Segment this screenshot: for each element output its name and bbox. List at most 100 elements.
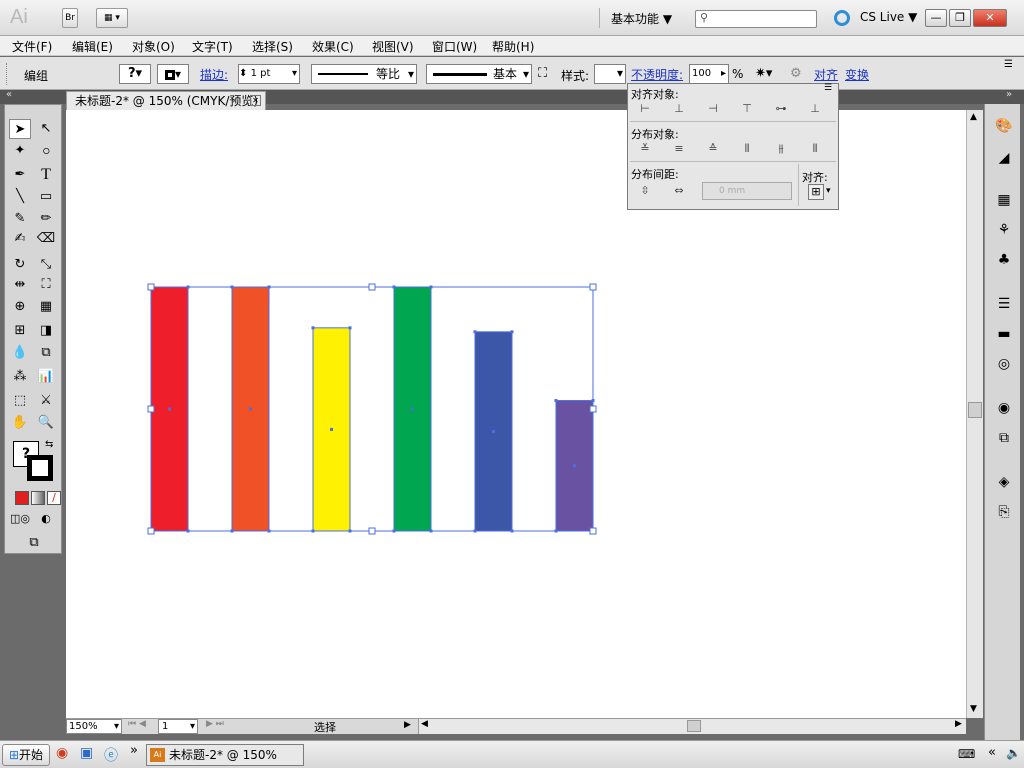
scroll-down-icon[interactable]: ▼ (970, 704, 977, 714)
arrange-documents-button[interactable]: ▦ ▾ (96, 8, 128, 28)
chevron-down-icon[interactable]: ▾ (617, 66, 623, 80)
opacity-link[interactable]: 不透明度: (631, 66, 683, 83)
opacity-field[interactable]: 100 ▸ (689, 64, 729, 84)
paintbrush-icon[interactable]: ✎ (9, 209, 31, 229)
shape-builder-icon[interactable]: ⊕ (9, 297, 31, 317)
align-left-icon[interactable]: ⊢ (638, 102, 652, 116)
panel-menu-icon[interactable]: ☰ (1004, 59, 1013, 70)
chevron-down-icon[interactable]: ▾ (826, 186, 831, 196)
anchor-point[interactable] (554, 399, 558, 403)
center-point[interactable] (492, 429, 495, 433)
center-point[interactable] (330, 427, 333, 431)
horizontal-spacing-icon[interactable]: ⇔ (672, 184, 686, 198)
menu-window[interactable]: 窗口(W) (432, 38, 477, 55)
scroll-thumb[interactable] (968, 402, 982, 418)
anchor-point[interactable] (230, 529, 234, 533)
anchor-point[interactable] (554, 529, 558, 533)
align-vcenter-icon[interactable]: ⊶ (774, 102, 788, 116)
collapse-panels-icon[interactable]: « (6, 89, 12, 100)
anchor-point[interactable] (311, 326, 315, 330)
restore-button[interactable]: ❐ (949, 9, 971, 27)
symbol-sprayer-icon[interactable]: ⁂ (9, 367, 31, 387)
type-tool-icon[interactable]: T (35, 165, 57, 185)
draw-mode-icon[interactable]: ◫◎ (9, 509, 31, 529)
chevron-down-icon[interactable]: ▾ (292, 65, 297, 83)
chevron-right-icon[interactable]: ▸ (721, 65, 726, 83)
rectangle-tool-icon[interactable]: ▭ (35, 187, 57, 207)
blend-tool-icon[interactable]: ⧉ (35, 343, 57, 363)
rotate-tool-icon[interactable]: ↻ (9, 255, 31, 275)
center-point[interactable] (168, 407, 171, 411)
close-button[interactable]: ✕ (973, 9, 1007, 27)
distribute-bottom-icon[interactable]: ≙ (706, 142, 720, 156)
color-mode-icon[interactable] (15, 491, 29, 505)
workspace-switcher[interactable]: 基本功能 ▼ (611, 10, 672, 27)
start-button[interactable]: ⊞开始 (2, 744, 50, 766)
anchor-point[interactable] (267, 285, 271, 289)
bridge-button[interactable]: Br (62, 8, 78, 28)
align-hcenter-icon[interactable]: ⊥ (672, 102, 686, 116)
menu-edit[interactable]: 编辑(E) (72, 38, 113, 55)
bounding-box-handle[interactable] (589, 405, 597, 413)
scale-tool-icon[interactable]: ⤡ (35, 255, 57, 275)
horizontal-scrollbar[interactable]: ◀ ▶ (418, 719, 966, 734)
bounding-box-handle[interactable] (147, 283, 155, 291)
ie-icon[interactable]: ⓔ (104, 745, 118, 765)
lasso-icon[interactable]: ဝ (35, 141, 57, 161)
menu-select[interactable]: 选择(S) (252, 38, 293, 55)
swap-colors-icon[interactable]: ⇆ (45, 439, 53, 450)
menu-view[interactable]: 视图(V) (372, 38, 414, 55)
anchor-point[interactable] (429, 285, 433, 289)
anchor-point[interactable] (348, 326, 352, 330)
anchor-point[interactable] (510, 330, 514, 334)
scroll-left-icon[interactable]: ◀ (421, 719, 428, 729)
brush-definition[interactable]: 基本 ▾ (426, 64, 532, 84)
direct-selection-tool-icon[interactable]: ↖ (35, 119, 57, 139)
gradient-mode-icon[interactable] (31, 491, 45, 505)
slice-tool-icon[interactable]: ⚔ (35, 391, 57, 411)
align-bottom-icon[interactable]: ⊥ (808, 102, 822, 116)
taskbar-illustrator-item[interactable]: Ai 未标题-2* @ 150% (C... (146, 744, 304, 766)
align-link[interactable]: 对齐 (814, 66, 838, 83)
speaker-icon[interactable]: 🔈 (1006, 746, 1021, 760)
bounding-box-handle[interactable] (589, 283, 597, 291)
distribute-top-icon[interactable]: ≚ (638, 142, 652, 156)
chevron-down-icon[interactable]: ▾ (190, 720, 195, 733)
symbols-icon[interactable]: ♣ (993, 250, 1015, 270)
menu-help[interactable]: 帮助(H) (492, 38, 534, 55)
anchor-point[interactable] (186, 529, 190, 533)
chevron-down-icon[interactable]: ▾ (114, 720, 119, 733)
anchor-point[interactable] (230, 285, 234, 289)
search-input[interactable]: ⚲ (695, 10, 817, 28)
close-tab-icon[interactable]: ✕ (250, 95, 261, 106)
mesh-tool-icon[interactable]: ⊞ (9, 321, 31, 341)
center-point[interactable] (573, 464, 576, 468)
screen-mode-icon[interactable]: ⧉ (23, 533, 45, 553)
blob-brush-icon[interactable]: ✍ (9, 229, 31, 249)
minimize-button[interactable]: — (925, 9, 947, 27)
chrome-icon[interactable]: ◉ (56, 745, 68, 761)
tray-expand-icon[interactable]: « (988, 745, 996, 760)
chevron-down-icon[interactable]: ▾ (523, 65, 529, 83)
stroke-color-box[interactable] (27, 455, 53, 481)
color-guide-icon[interactable]: ◢ (993, 148, 1015, 168)
brushes-icon[interactable]: ⚘ (993, 220, 1015, 240)
bounding-box-handle[interactable] (368, 283, 376, 291)
draw-inside-icon[interactable]: ◐ (35, 509, 57, 529)
stroke-weight-field[interactable]: ⬍ 1 pt ▾ (238, 64, 300, 84)
graph-tool-icon[interactable]: 📊 (35, 367, 57, 387)
transparency-icon[interactable]: ◎ (993, 354, 1015, 374)
anchor-point[interactable] (267, 529, 271, 533)
cs-live-icon[interactable] (834, 10, 850, 26)
transform-link[interactable]: 变换 (845, 66, 869, 83)
first-artboard-icon[interactable]: ⏮ ◀ (128, 719, 146, 729)
anchor-point[interactable] (429, 529, 433, 533)
graphic-styles-icon[interactable]: ⧉ (993, 428, 1015, 448)
scroll-right-icon[interactable]: ▶ (955, 719, 962, 729)
align-to-selection-icon[interactable]: ⊞ (808, 184, 824, 200)
stepper-icon[interactable]: ⬍ (239, 68, 247, 79)
none-mode-icon[interactable]: ∕ (47, 491, 61, 505)
gradient-panel-icon[interactable]: ▬ (993, 324, 1015, 344)
menu-object[interactable]: 对象(O) (132, 38, 175, 55)
eraser-icon[interactable]: ⌫ (35, 229, 57, 249)
